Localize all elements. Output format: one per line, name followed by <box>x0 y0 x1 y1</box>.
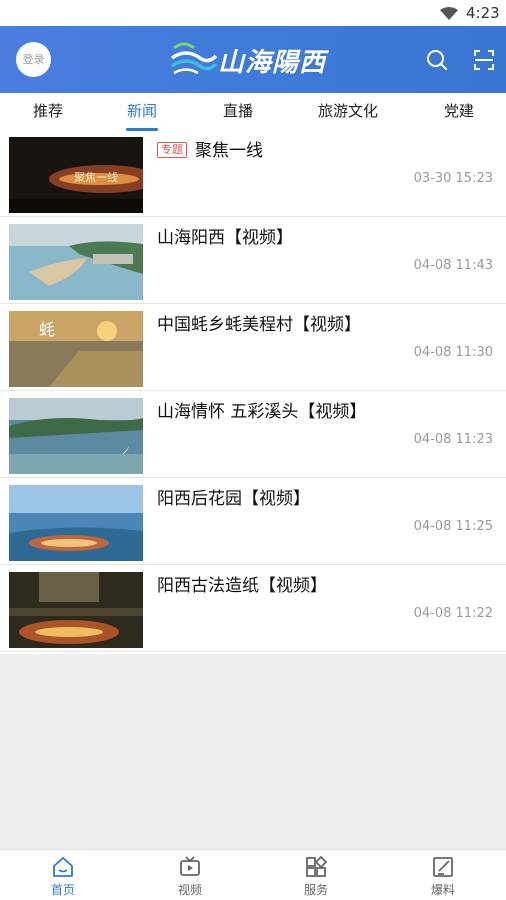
nav-home[interactable]: 首页 <box>23 850 103 900</box>
news-item[interactable]: 山海阳西【视频】 04-08 11:43 <box>0 218 506 304</box>
app-logo: 山海陽西 <box>170 38 330 80</box>
home-icon <box>53 857 73 877</box>
nav-label: 首页 <box>50 883 75 897</box>
logo-text: 山海陽西 <box>218 48 327 78</box>
news-title: 山海阳西【视频】 <box>157 228 293 248</box>
tab-news[interactable]: 新闻 <box>116 93 168 131</box>
news-thumbnail: 聚焦一线 <box>9 137 143 213</box>
login-button[interactable]: 登录 <box>16 42 51 77</box>
news-time: 04-08 11:25 <box>413 519 493 534</box>
news-title: 阳西古法造纸【视频】 <box>157 576 327 596</box>
thumb-caption: 聚焦一线 <box>74 170 118 184</box>
news-time: 03-30 15:23 <box>413 171 493 186</box>
news-title: 山海情怀 五彩溪头【视频】 <box>157 402 367 422</box>
report-icon <box>433 857 453 877</box>
news-time: 04-08 11:22 <box>413 606 493 621</box>
wifi-icon <box>440 7 458 20</box>
bottom-nav: 首页 视频 服务 爆料 <box>0 849 506 900</box>
status-time: 4:23 <box>466 4 500 22</box>
category-tabs: 推荐 新闻 直播 旅游文化 党建 <box>0 93 506 131</box>
news-list: 聚焦一线 专题 聚焦一线 03-30 15:23 山海阳西【视频】 04-08 1… <box>0 131 506 654</box>
news-item[interactable]: 蚝 中国蚝乡蚝美程村【视频】 04-08 11:30 <box>0 305 506 391</box>
news-time: 04-08 11:23 <box>413 432 493 447</box>
news-time: 04-08 11:30 <box>413 345 493 360</box>
news-thumbnail <box>9 224 143 300</box>
news-item[interactable]: 山海情怀 五彩溪头【视频】 04-08 11:23 <box>0 392 506 478</box>
nav-report[interactable]: 爆料 <box>403 850 483 900</box>
app-header: 登录 山海陽西 <box>0 26 506 93</box>
news-thumbnail <box>9 572 143 648</box>
news-item[interactable]: 阳西后花园【视频】 04-08 11:25 <box>0 479 506 565</box>
nav-label: 服务 <box>303 883 328 897</box>
tab-recommend[interactable]: 推荐 <box>22 93 74 131</box>
services-icon <box>306 855 328 877</box>
news-title: 阳西后花园【视频】 <box>157 489 310 509</box>
tab-tourism-culture[interactable]: 旅游文化 <box>310 93 386 131</box>
thumb-caption: 蚝 <box>39 320 55 339</box>
news-time: 04-08 11:43 <box>413 258 493 273</box>
video-icon <box>180 856 200 876</box>
nav-label: 视频 <box>177 883 202 897</box>
news-thumbnail <box>9 398 143 474</box>
scan-icon[interactable] <box>472 48 496 72</box>
special-topic-tag: 专题 <box>157 142 187 158</box>
news-title: 专题 聚焦一线 <box>157 136 263 161</box>
search-icon[interactable] <box>425 48 449 72</box>
status-bar: 4:23 <box>0 0 506 26</box>
news-thumbnail <box>9 485 143 561</box>
news-title-text: 聚焦一线 <box>195 141 263 161</box>
nav-label: 爆料 <box>430 883 455 897</box>
news-thumbnail: 蚝 <box>9 311 143 387</box>
tab-party-building[interactable]: 党建 <box>433 93 485 131</box>
wave-logo-icon <box>170 42 218 75</box>
news-item[interactable]: 聚焦一线 专题 聚焦一线 03-30 15:23 <box>0 131 506 217</box>
nav-video[interactable]: 视频 <box>150 850 230 900</box>
nav-services[interactable]: 服务 <box>276 850 356 900</box>
tab-live[interactable]: 直播 <box>212 93 264 131</box>
news-title: 中国蚝乡蚝美程村【视频】 <box>157 315 361 335</box>
news-item[interactable]: 阳西古法造纸【视频】 04-08 11:22 <box>0 566 506 652</box>
